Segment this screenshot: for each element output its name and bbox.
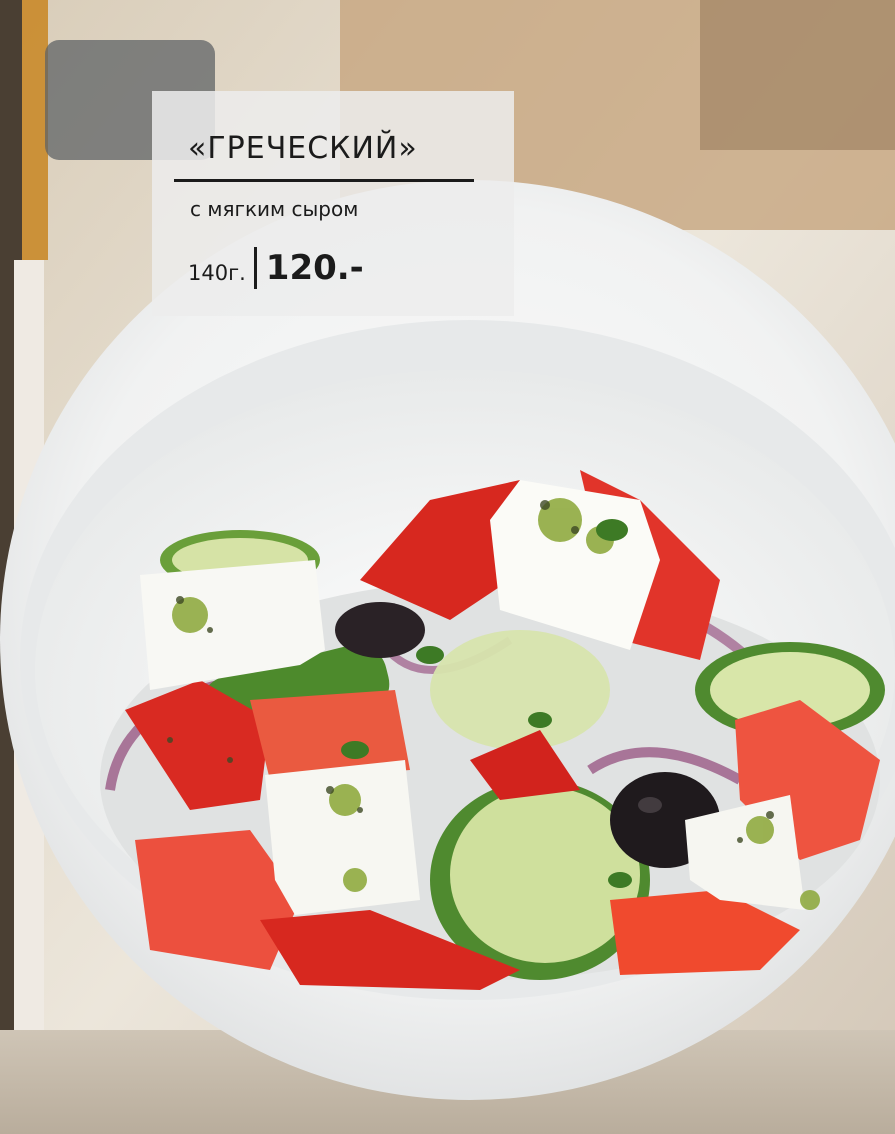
dish-price: 120.- [265, 248, 364, 288]
dish-subtitle: с мягким сыром [190, 197, 359, 221]
title-underline [174, 179, 474, 182]
price-divider [253, 247, 257, 289]
dish-weight: 140г. [188, 261, 246, 285]
weight-price-line: 140г. 120.- [188, 243, 364, 293]
dish-title: «ГРЕЧЕСКИЙ» [188, 131, 418, 166]
menu-item-card: «ГРЕЧЕСКИЙ» с мягким сыром 140г. 120.- [152, 91, 514, 316]
